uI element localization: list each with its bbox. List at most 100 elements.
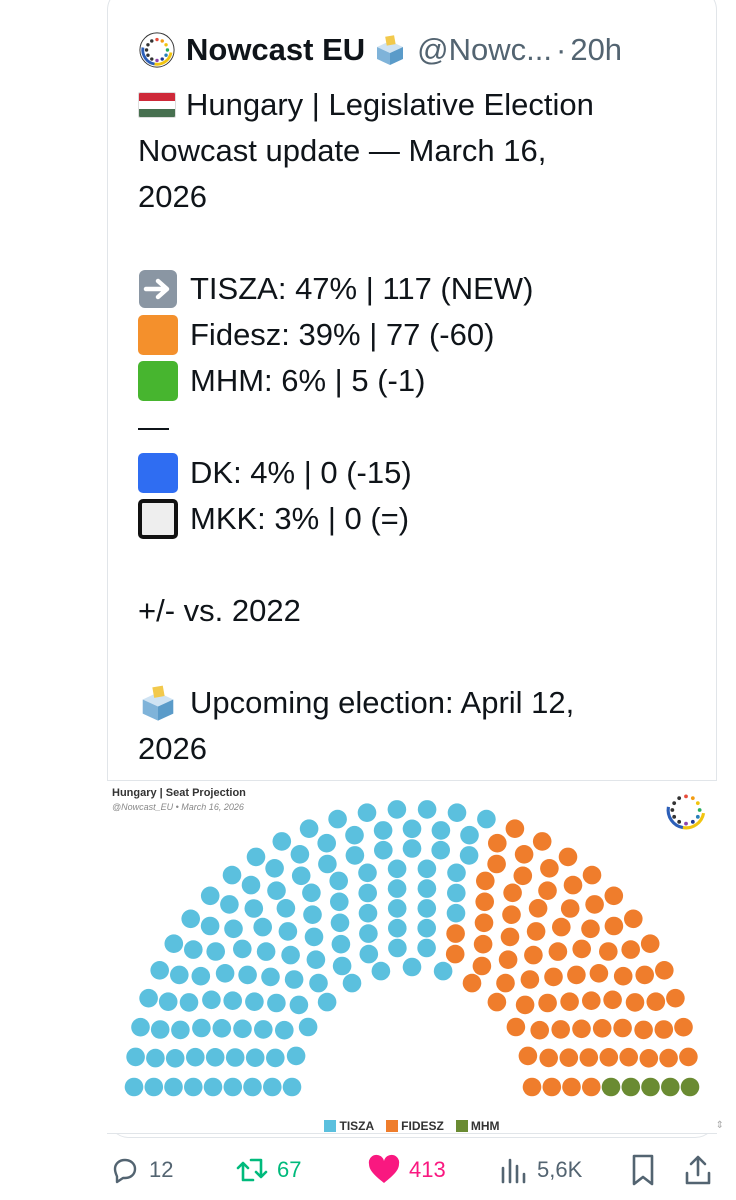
repost-button[interactable]: 67	[235, 1150, 301, 1190]
seat-mhm	[601, 1077, 621, 1097]
seat-tisza	[233, 939, 252, 959]
seat-tisza	[358, 863, 377, 883]
seat-tisza	[192, 1018, 211, 1038]
like-button[interactable]: 413	[367, 1150, 446, 1190]
seat-fidesz	[604, 886, 624, 906]
seat-fidesz	[625, 993, 645, 1012]
seat-fidesz	[538, 993, 557, 1013]
seat-tisza	[184, 940, 203, 959]
timestamp[interactable]: 20h	[570, 32, 622, 68]
author-name[interactable]: Nowcast EU	[186, 32, 365, 68]
seat-tisza	[253, 917, 272, 937]
seat-fidesz	[603, 990, 622, 1010]
views-icon	[501, 1158, 526, 1184]
repost-icon	[236, 1158, 268, 1182]
reply-button[interactable]: 12	[109, 1150, 173, 1190]
seat-fidesz	[476, 871, 495, 891]
seat-fidesz	[646, 992, 666, 1011]
seat-mhm	[641, 1077, 660, 1097]
seat-fidesz	[503, 883, 522, 903]
seat-fidesz	[540, 859, 559, 878]
seat-tisza	[298, 1017, 318, 1037]
seat-fidesz	[572, 1019, 591, 1039]
seat-fidesz	[634, 1020, 653, 1040]
seat-fidesz	[599, 1048, 619, 1067]
nowcast-logo-icon[interactable]	[138, 31, 176, 69]
orange-square-icon	[138, 315, 178, 355]
tweet-line: DK: 4% | 0 (-15)	[138, 450, 698, 496]
seat-tisza	[460, 825, 479, 845]
tweet-line-text: Fidesz: 39% | 77 (-60)	[190, 317, 495, 352]
seat-fidesz	[446, 924, 465, 943]
seat-fidesz	[548, 942, 568, 961]
seat-fidesz	[551, 1020, 570, 1039]
scroll-handle-icon[interactable]: ⇕	[716, 1120, 724, 1131]
author-handle[interactable]: @Nowc...	[417, 32, 552, 68]
tweet-actions: 12 67 413 5,6K	[107, 1150, 717, 1190]
arrow-right-icon	[139, 270, 177, 308]
seat-tisza	[387, 899, 407, 918]
tweet-line: 2026	[138, 726, 698, 772]
legend-swatch	[386, 1120, 399, 1132]
seat-tisza	[266, 1048, 285, 1068]
white-square-icon	[138, 499, 178, 539]
seat-tisza	[374, 840, 393, 860]
seat-fidesz	[552, 917, 571, 937]
seat-fidesz	[659, 1048, 678, 1068]
seat-tisza	[309, 973, 328, 993]
seat-fidesz	[582, 991, 601, 1010]
tweet-line-text: TISZA: 47% | 117 (NEW)	[190, 271, 534, 306]
share-icon	[685, 1155, 711, 1185]
seat-tisza	[417, 899, 437, 918]
seat-tisza	[171, 1020, 190, 1040]
seat-tisza	[267, 881, 286, 900]
seat-fidesz	[462, 973, 482, 993]
seat-tisza	[181, 909, 200, 929]
legend-item-mhm: MHM	[455, 1119, 500, 1133]
seat-projection-chart	[124, 800, 700, 1097]
seat-fidesz	[526, 922, 546, 941]
seat-fidesz	[487, 854, 506, 874]
seat-fidesz	[581, 919, 600, 939]
tweet-media-image[interactable]: Hungary | Seat Projection @Nowcast_EU • …	[107, 780, 717, 1134]
blue-square-icon	[138, 453, 178, 493]
seat-tisza	[345, 846, 365, 865]
seat-fidesz	[621, 940, 640, 959]
seat-fidesz	[585, 895, 604, 914]
flag-hungary-icon	[138, 92, 176, 118]
seat-fidesz	[582, 1077, 601, 1097]
seat-tisza	[261, 967, 280, 987]
seat-tisza	[139, 988, 158, 1008]
tweet-line: MKK: 3% | 0 (=)	[138, 496, 698, 542]
views-count: 5,6K	[537, 1157, 583, 1182]
seat-tisza	[291, 866, 311, 886]
tweet-line-text: DK: 4% | 0 (-15)	[190, 455, 412, 490]
ballot-box-icon	[377, 35, 404, 65]
seat-fidesz	[475, 892, 495, 912]
seat-tisza	[402, 819, 422, 839]
seat-tisza	[238, 965, 257, 985]
seat-tisza	[387, 859, 407, 879]
views-button[interactable]: 5,6K	[499, 1150, 582, 1190]
seat-tisza	[447, 803, 467, 822]
seat-fidesz	[589, 964, 609, 983]
seat-tisza	[191, 966, 211, 986]
seat-tisza	[459, 846, 479, 865]
seat-tisza	[290, 845, 310, 864]
seat-fidesz	[498, 950, 518, 969]
seat-tisza	[203, 1077, 223, 1097]
seat-tisza	[433, 961, 453, 981]
seat-fidesz	[613, 1018, 632, 1038]
seat-tisza	[302, 883, 321, 903]
seat-tisza	[212, 1019, 232, 1038]
seat-fidesz	[538, 881, 557, 900]
bookmark-button[interactable]	[629, 1150, 665, 1190]
seat-fidesz	[640, 934, 660, 953]
seat-tisza	[477, 809, 496, 829]
share-button[interactable]	[683, 1150, 721, 1190]
tweet-line-text: Upcoming election: April 12,	[190, 685, 575, 720]
seat-tisza	[126, 1047, 145, 1067]
seat-fidesz	[520, 970, 540, 989]
seat-tisza	[225, 1048, 245, 1067]
tweet-line: +/- vs. 2022	[138, 588, 698, 634]
